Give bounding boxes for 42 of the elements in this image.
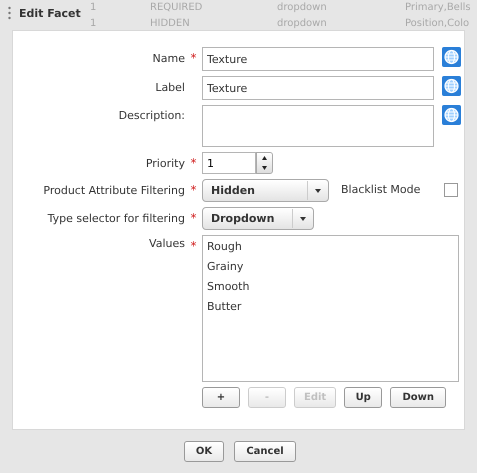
number-field[interactable]: 1 xyxy=(202,152,256,174)
list-item[interactable]: Grainy xyxy=(207,259,454,273)
drag-handle-icon[interactable] xyxy=(8,6,11,20)
required-mark: * xyxy=(190,182,198,199)
list-action-button[interactable]: Up xyxy=(344,387,382,408)
field-label: Values xyxy=(148,236,185,252)
required-mark: * xyxy=(190,155,198,172)
list-item[interactable]: Butter xyxy=(207,299,454,313)
field-label: Type selector for filtering xyxy=(46,211,185,227)
required-mark: * xyxy=(190,50,198,67)
type-dropdown[interactable]: Dropdown xyxy=(202,207,314,230)
dialog-title: Edit Facet xyxy=(19,6,81,20)
background-table-cell-text: 1 xyxy=(89,17,98,31)
field-label: Description: xyxy=(118,108,185,124)
field-label: Name xyxy=(152,51,185,67)
cancel-button[interactable]: Cancel xyxy=(234,441,296,462)
background-table-cell-text: Position,Colo xyxy=(404,17,470,31)
ok-button[interactable]: OK xyxy=(184,441,224,462)
required-mark: * xyxy=(190,210,198,227)
background-table-cell-text: dropdown xyxy=(276,17,328,31)
text-field[interactable]: Texture xyxy=(202,47,434,71)
list-item[interactable]: Rough xyxy=(207,239,454,253)
blacklist-label: Blacklist Mode xyxy=(341,182,420,196)
field-label: Label xyxy=(154,80,185,96)
field-label: Product Attribute Filtering xyxy=(42,183,185,199)
background-table-cell-text: Primary,Bells xyxy=(404,1,472,15)
text-field[interactable]: Texture xyxy=(202,76,434,100)
field-label: Priority xyxy=(144,156,185,172)
background-table-cell-text: 1 xyxy=(89,1,98,15)
list-item[interactable]: Smooth xyxy=(207,279,454,293)
globe-icon[interactable] xyxy=(442,76,461,96)
background-table-cell-text: REQUIRED xyxy=(149,1,204,15)
list-action-button[interactable]: Down xyxy=(390,387,446,408)
globe-icon[interactable] xyxy=(442,47,461,67)
list-action-button[interactable]: + xyxy=(202,387,240,408)
required-mark: * xyxy=(190,238,198,255)
background-table-cell-text: HIDDEN xyxy=(149,17,191,31)
globe-icon[interactable] xyxy=(442,105,461,125)
blacklist-checkbox[interactable] xyxy=(444,183,458,197)
filtering-dropdown[interactable]: Hidden xyxy=(202,179,329,202)
background-table-cell-text: dropdown xyxy=(276,1,328,15)
description-field[interactable] xyxy=(202,105,434,147)
